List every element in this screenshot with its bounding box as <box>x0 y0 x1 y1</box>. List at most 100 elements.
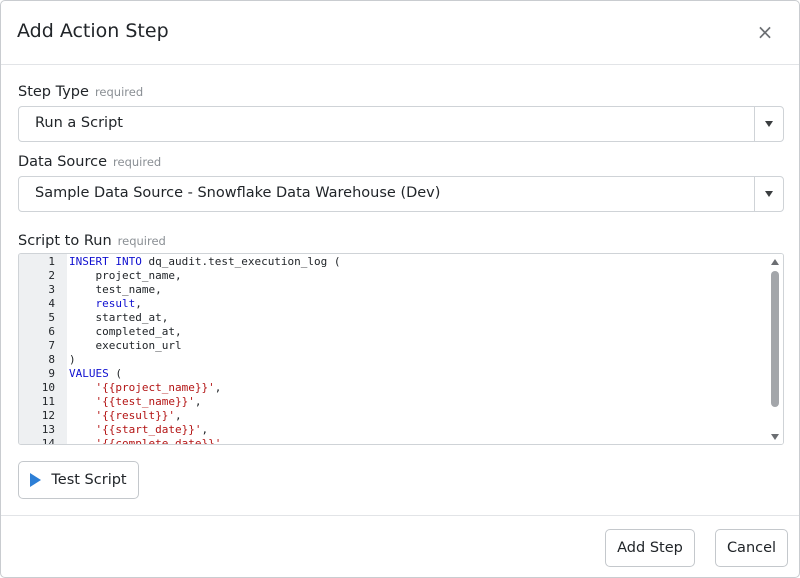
code-line: 6 completed_at, <box>19 325 769 339</box>
code-line: 3 test_name, <box>19 283 769 297</box>
editor-scrollbar[interactable] <box>767 254 783 444</box>
line-number: 10 <box>41 381 55 394</box>
code-token: , <box>221 437 228 445</box>
code-line: 8) <box>19 353 769 367</box>
code-token: dq_audit.test_execution_log <box>141 255 334 268</box>
line-number: 9 <box>48 367 55 380</box>
code-text: '{{result}}', <box>69 409 182 423</box>
code-text: execution_url <box>69 339 182 353</box>
test-script-label: Test Script <box>51 472 127 488</box>
cancel-button[interactable]: Cancel <box>715 529 788 567</box>
line-number: 4 <box>48 297 55 310</box>
line-number: 11 <box>41 395 55 408</box>
close-icon[interactable]: × <box>752 19 778 45</box>
code-text: completed_at, <box>69 325 182 339</box>
code-token: started_at, <box>69 311 169 324</box>
code-token: test_name, <box>69 283 162 296</box>
code-token: VALUES <box>69 367 109 380</box>
code-token: '{{start_date}}' <box>95 423 202 436</box>
code-token: , <box>214 381 222 394</box>
script-editor[interactable]: 1 INSERT INTO dq_audit.test_execution_log… <box>18 253 784 445</box>
step-type-value: Run a Script <box>35 115 123 131</box>
code-token: ( <box>333 255 341 268</box>
script-label-text: Script to Run <box>18 233 112 249</box>
line-number: 13 <box>41 423 55 436</box>
code-text: '{{start_date}}', <box>69 423 209 437</box>
code-token: ( <box>108 367 122 380</box>
code-text: result, <box>69 297 142 311</box>
required-hint: required <box>113 155 162 169</box>
code-token: '{{result}}' <box>95 409 175 422</box>
scroll-up-icon[interactable] <box>771 259 779 265</box>
code-line: 14 '{{complete_date}}', <box>19 437 769 445</box>
dialog-title: Add Action Step <box>17 20 169 42</box>
code-area[interactable]: 1 INSERT INTO dq_audit.test_execution_log… <box>19 255 769 445</box>
code-token: '{{complete_date}}' <box>95 437 222 445</box>
line-number: 5 <box>48 311 55 324</box>
dialog-header: Add Action Step × <box>1 1 799 65</box>
script-label: Script to Run required <box>18 233 166 249</box>
code-token: execution_url <box>69 339 182 352</box>
code-token: completed_at, <box>69 325 182 338</box>
dialog-footer-divider <box>1 515 799 516</box>
code-line: 4 result, <box>19 297 769 311</box>
code-text: started_at, <box>69 311 168 325</box>
test-script-button[interactable]: Test Script <box>18 461 139 499</box>
code-text: '{{test_name}}', <box>69 395 202 409</box>
code-line: 2 project_name, <box>19 269 769 283</box>
code-text: test_name, <box>69 283 162 297</box>
line-number: 12 <box>41 409 55 422</box>
code-token: , <box>194 395 202 408</box>
required-hint: required <box>94 85 144 99</box>
data-source-label-text: Data Source <box>18 154 108 170</box>
code-line: 1 INSERT INTO dq_audit.test_execution_log… <box>19 255 769 269</box>
code-line: 12 '{{result}}', <box>19 409 769 423</box>
code-text: INSERT INTO dq_audit.test_execution_log … <box>69 255 341 269</box>
step-type-label: Step Type required <box>18 84 143 100</box>
code-text: VALUES ( <box>69 367 122 381</box>
code-line: 11 '{{test_name}}', <box>19 395 769 409</box>
code-token: , <box>135 297 142 310</box>
code-token: '{{test_name}}' <box>95 395 195 408</box>
play-icon <box>30 473 42 487</box>
code-line: 13 '{{start_date}}', <box>19 423 769 437</box>
required-hint: required <box>117 234 166 248</box>
data-source-value: Sample Data Source - Snowflake Data Ware… <box>35 185 441 201</box>
line-number: 8 <box>48 353 55 366</box>
code-token: '{{project_name}}' <box>95 381 215 394</box>
line-number: 2 <box>48 269 55 282</box>
code-token: INSERT INTO <box>69 255 142 268</box>
line-number: 3 <box>48 283 55 296</box>
code-text: project_name, <box>69 269 182 283</box>
code-line: 9 VALUES ( <box>19 367 769 381</box>
code-token: ) <box>69 353 76 366</box>
add-action-step-dialog: Add Action Step × Step Type required Run … <box>0 0 800 578</box>
step-type-select[interactable]: Run a Script <box>18 106 784 142</box>
line-number: 6 <box>48 325 55 338</box>
data-source-dropdown-toggle[interactable] <box>754 177 783 211</box>
data-source-label: Data Source required <box>18 154 161 170</box>
code-token: , <box>201 423 209 436</box>
caret-down-icon <box>765 121 773 127</box>
scroll-down-icon[interactable] <box>771 434 779 440</box>
caret-down-icon <box>765 191 773 197</box>
data-source-select[interactable]: Sample Data Source - Snowflake Data Ware… <box>18 176 784 212</box>
scrollbar-thumb[interactable] <box>771 271 779 407</box>
step-type-dropdown-toggle[interactable] <box>754 107 783 141</box>
code-text: '{{complete_date}}', <box>69 437 228 445</box>
code-token: project_name, <box>69 269 182 282</box>
line-number: 14 <box>41 437 55 445</box>
code-text: '{{project_name}}', <box>69 381 222 395</box>
code-text: ) <box>69 353 76 367</box>
code-line: 7 execution_url <box>19 339 769 353</box>
code-token: , <box>174 409 182 422</box>
step-type-label-text: Step Type <box>18 84 89 100</box>
add-step-button[interactable]: Add Step <box>605 529 695 567</box>
code-line: 5 started_at, <box>19 311 769 325</box>
